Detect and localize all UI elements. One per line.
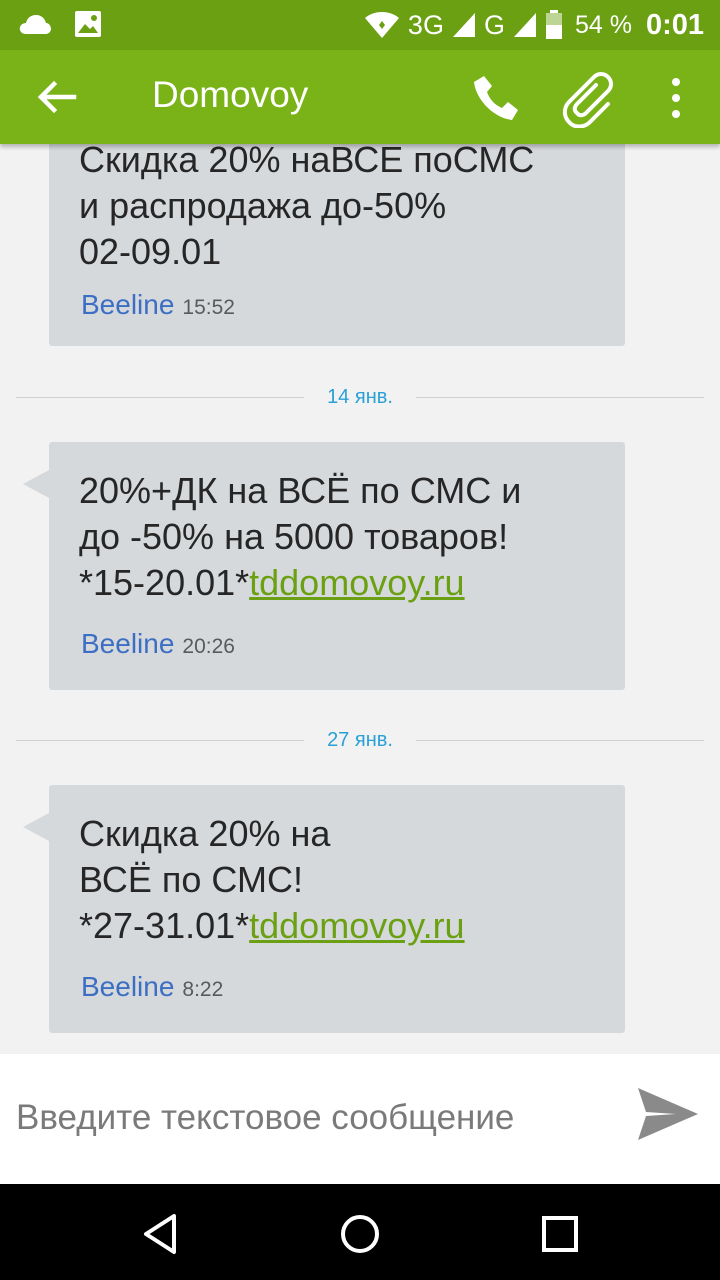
message-line-text: *15-20.01* [79, 562, 250, 603]
date-separator: 14 янв. [16, 382, 704, 412]
date-label: 14 янв. [327, 386, 393, 408]
back-arrow-icon[interactable] [34, 74, 80, 120]
composer [0, 1054, 720, 1184]
message-line: Скидка 20% наВСЕ поСМС [79, 144, 535, 180]
message-line-text: *27-31.01* [79, 905, 250, 946]
bubble-tail [23, 470, 49, 498]
separator-line [416, 397, 704, 398]
date-separator: 27 янв. [16, 725, 704, 755]
message-line: *27-31.01*tddomovoy.ru [79, 903, 465, 949]
message-text: Скидка 20% на ВСЁ по СМС! *27-31.01*tddo… [79, 811, 465, 949]
paperclip-icon[interactable] [562, 70, 620, 128]
network-type-3g: 3G [407, 9, 444, 40]
battery-icon [545, 10, 562, 39]
message-time: 15:52 [182, 296, 235, 319]
message-line: до -50% на 5000 товаров! [79, 516, 509, 557]
wifi-icon [364, 12, 399, 38]
message-link[interactable]: tddomovoy.ru [249, 562, 464, 603]
app-bar: Domovoy [0, 50, 720, 144]
message-meta: Beeline 8:22 [81, 971, 223, 1003]
message-list[interactable]: Скидка 20% наВСЕ поСМС и распродажа до-5… [0, 144, 720, 1054]
conversation-title: Domovoy [152, 74, 309, 115]
status-bar: 3G G 54 % 0:01 [0, 0, 720, 50]
sender-name: Beeline [81, 289, 175, 320]
message-bubble[interactable]: Скидка 20% на ВСЁ по СМС! *27-31.01*tddo… [23, 785, 625, 1033]
bubble-tail [23, 813, 49, 841]
signal-icon-2 [513, 13, 536, 37]
message-bubble[interactable]: Скидка 20% наВСЕ поСМС и распродажа до-5… [49, 144, 625, 346]
message-input[interactable] [16, 1088, 616, 1148]
date-label: 27 янв. [327, 729, 393, 751]
message-text: 20%+ДК на ВСЁ по СМС и до -50% на 5000 т… [79, 468, 521, 606]
clock: 0:01 [645, 8, 704, 41]
message-line: 02-09.01 [79, 231, 222, 272]
navigation-bar [0, 1184, 720, 1280]
separator-line [16, 740, 304, 741]
cloud-icon [19, 15, 51, 34]
message-text: Скидка 20% наВСЕ поСМС и распродажа до-5… [79, 144, 534, 275]
separator-line [416, 740, 704, 741]
sender-name: Beeline [81, 971, 175, 1002]
message-line: ВСЁ по СМС! [79, 859, 303, 900]
separator-line [16, 397, 304, 398]
network-type-g: G [483, 9, 505, 40]
back-nav-icon[interactable] [138, 1212, 182, 1256]
message-line: 20%+ДК на ВСЁ по СМС и [79, 470, 522, 511]
message-line: Скидка 20% на [79, 813, 331, 854]
signal-icon [452, 13, 475, 37]
message-meta: Beeline 20:26 [81, 628, 235, 660]
recents-nav-icon[interactable] [538, 1212, 582, 1256]
message-time: 20:26 [182, 635, 235, 658]
home-nav-icon[interactable] [338, 1212, 382, 1256]
message-time: 8:22 [182, 978, 224, 1001]
battery-percent: 54 % [574, 10, 632, 39]
image-notification-icon [75, 11, 101, 37]
sender-name: Beeline [81, 628, 175, 659]
message-meta: Beeline 15:52 [81, 289, 235, 321]
message-link[interactable]: tddomovoy.ru [249, 905, 464, 946]
message-line: *15-20.01*tddomovoy.ru [79, 560, 521, 606]
send-icon[interactable] [636, 1082, 700, 1146]
message-line: и распродажа до-50% [79, 185, 447, 226]
overflow-menu-icon[interactable] [662, 76, 690, 120]
phone-icon[interactable] [470, 72, 522, 124]
message-bubble[interactable]: 20%+ДК на ВСЁ по СМС и до -50% на 5000 т… [23, 442, 625, 690]
